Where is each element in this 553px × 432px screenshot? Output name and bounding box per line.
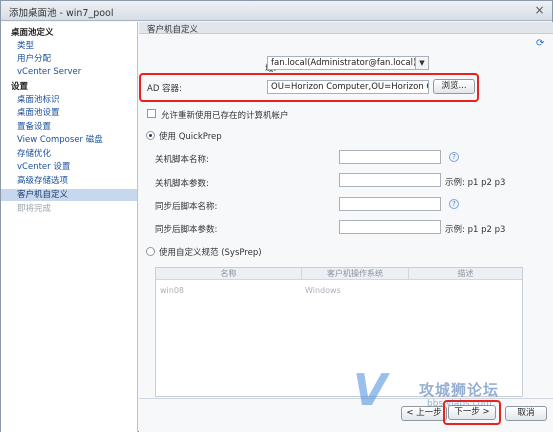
sidebar-item[interactable]: 用户分配: [1, 53, 137, 65]
help-icon[interactable]: ?: [449, 152, 459, 162]
help-icon[interactable]: ?: [449, 199, 459, 209]
title-bar: 添加桌面池 - win7_pool ×: [1, 1, 552, 21]
dialog-window: 添加桌面池 - win7_pool × 桌面池定义类型 用户分配 vCenter S…: [0, 0, 553, 432]
sidebar-item[interactable]: 存储优化: [1, 148, 137, 160]
sidebar-item: 即将完成: [17, 204, 52, 214]
close-icon[interactable]: ×: [533, 4, 546, 17]
table-header-name[interactable]: 名称: [156, 268, 301, 280]
wizard-sidebar: 桌面池定义类型 用户分配 vCenter Server 设置桌面池标识 桌面池设置置备设…: [1, 22, 138, 432]
sidebar-item[interactable]: 桌面池设置: [1, 107, 137, 119]
sidebar-item[interactable]: 高级存储选项: [1, 175, 137, 187]
shutdown-script-name-input[interactable]: [339, 150, 441, 164]
quickprep-radio[interactable]: [146, 131, 155, 140]
sidebar-item[interactable]: View Composer 磁盘: [1, 134, 137, 146]
footer-divider: [139, 398, 553, 399]
row-os: Windows: [305, 286, 341, 295]
cancel-button[interactable]: 取消: [505, 406, 547, 421]
row-name: win08: [160, 286, 185, 295]
sysprep-label: 使用自定义规范 (SysPrep): [159, 248, 262, 258]
table-header-os[interactable]: 客户机操作系统: [301, 268, 408, 280]
shutdown-script-params-label: 关机脚本参数:: [155, 179, 209, 189]
sidebar-item[interactable]: 桌面池标识: [1, 94, 137, 106]
ad-container-input[interactable]: OU=Horizon Computer,OU=Horizon OU: [267, 80, 429, 94]
sidebar-item[interactable]: 类型: [1, 40, 137, 52]
domain-select[interactable]: fan.local(Administrator@fan.local) ▼: [267, 56, 429, 70]
ad-container-label: AD 容器:: [147, 84, 182, 94]
sidebar-item[interactable]: 客户机自定义: [1, 189, 137, 201]
next-button[interactable]: 下一步 >: [448, 405, 496, 420]
sidebar-item[interactable]: vCenter 设置: [1, 161, 137, 173]
shutdown-params-example: 示例: p1 p2 p3: [445, 178, 506, 188]
allow-reuse-label: 允许重新使用已存在的计算机帐户: [161, 111, 289, 121]
ad-container-value: OU=Horizon Computer,OU=Horizon OU: [271, 82, 429, 92]
window-title: 添加桌面池 - win7_pool: [9, 8, 114, 19]
section-title: 客户机自定义: [147, 25, 199, 35]
browse-button[interactable]: 浏览...: [433, 79, 475, 94]
domain-value: fan.local(Administrator@fan.local): [271, 58, 417, 68]
allow-reuse-checkbox[interactable]: [147, 109, 156, 118]
sysprep-radio[interactable]: [146, 247, 155, 256]
shutdown-script-name-label: 关机脚本名称:: [155, 155, 209, 165]
chevron-down-icon[interactable]: ▼: [415, 57, 428, 69]
post-sync-script-params-label: 同步后脚本参数:: [155, 225, 218, 235]
sidebar-item: 设置: [11, 82, 29, 92]
post-sync-script-params-input[interactable]: [339, 220, 441, 234]
back-button[interactable]: < 上一步: [401, 406, 447, 421]
post-sync-params-example: 示例: p1 p2 p3: [445, 225, 506, 235]
table-header-description[interactable]: 描述: [408, 268, 522, 280]
section-header: 客户机自定义: [139, 22, 553, 35]
sidebar-item[interactable]: vCenter Server: [1, 66, 137, 78]
refresh-icon[interactable]: ⟳: [536, 38, 547, 49]
sidebar-item: 桌面池定义: [11, 28, 54, 38]
sidebar-item[interactable]: 置备设置: [1, 121, 137, 133]
sysprep-spec-table: 名称 客户机操作系统 描述 win08 Windows: [155, 267, 523, 397]
post-sync-script-name-input[interactable]: [339, 197, 441, 211]
shutdown-script-params-input[interactable]: [339, 173, 441, 187]
post-sync-script-name-label: 同步后脚本名称:: [155, 202, 218, 212]
quickprep-label: 使用 QuickPrep: [159, 132, 222, 142]
main-panel: 客户机自定义 ⟳ 域: fan.local(Administrator@fan.…: [139, 22, 553, 432]
